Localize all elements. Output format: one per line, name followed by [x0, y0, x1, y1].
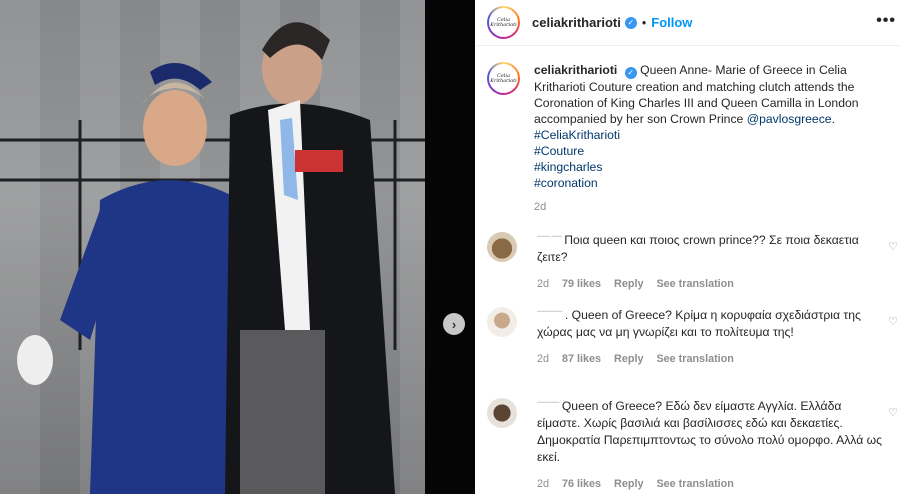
- follow-button[interactable]: Follow: [651, 15, 692, 30]
- like-comment-icon[interactable]: ♡: [888, 315, 898, 328]
- author-avatar[interactable]: Celia Kritharioti: [487, 6, 520, 39]
- caption-text-end: .: [831, 112, 835, 126]
- caption-body: celiakritharioti ✓ Queen Anne- Marie of …: [534, 62, 892, 215]
- post-side-panel: Celia Kritharioti celiakritharioti ✓ • F…: [475, 0, 900, 494]
- author-username[interactable]: celiakritharioti: [532, 15, 621, 30]
- verified-badge-icon: ✓: [624, 16, 637, 29]
- comment-likes[interactable]: 76 likes: [562, 478, 601, 490]
- separator-dot: •: [641, 15, 647, 30]
- comment-likes[interactable]: 79 likes: [562, 278, 601, 290]
- reply-button[interactable]: Reply: [614, 478, 643, 490]
- commenter-avatar[interactable]: [487, 307, 517, 337]
- comment-item: ˜˜˜˜ ˜˜˜ Ποια queen και ποιος crown prin…: [487, 232, 900, 293]
- comment-body: ˜˜˜˜ ˜˜˜ Ποια queen και ποιος crown prin…: [537, 232, 887, 293]
- more-options-icon[interactable]: •••: [876, 12, 896, 30]
- caption-avatar-logo: Celia Kritharioti: [489, 64, 518, 93]
- avatar-logo: Celia Kritharioti: [489, 8, 518, 37]
- like-comment-icon[interactable]: ♡: [888, 240, 898, 253]
- reply-button[interactable]: Reply: [614, 353, 643, 365]
- comment-text: . Queen of Greece? Κρίμα η κορυφαία σχεδ…: [537, 308, 861, 339]
- like-comment-icon[interactable]: ♡: [888, 406, 898, 419]
- comment-time[interactable]: 2d: [537, 353, 549, 365]
- comment-text: Ποια queen και ποιος crown prince?? Σε π…: [537, 233, 859, 264]
- see-translation-button[interactable]: See translation: [656, 278, 733, 290]
- comment-text: Queen of Greece? Εδώ δεν είμαστε Αγγλία.…: [537, 399, 883, 464]
- comment-likes[interactable]: 87 likes: [562, 353, 601, 365]
- comment-body: ˜˜˜˜˜˜˜ Queen of Greece? Εδώ δεν είμαστε…: [537, 398, 887, 493]
- see-translation-button[interactable]: See translation: [656, 353, 733, 365]
- commenter-avatar[interactable]: [487, 398, 517, 428]
- commenter-avatar[interactable]: [487, 232, 517, 262]
- caption-verified-icon: ✓: [624, 67, 637, 79]
- comment-time[interactable]: 2d: [537, 278, 549, 290]
- comment-time[interactable]: 2d: [537, 478, 549, 490]
- comment-body: ˜˜˜˜˜˜˜˜ . Queen of Greece? Κρίμα η κορυ…: [537, 307, 887, 368]
- comment-username[interactable]: ˜˜˜˜˜˜˜˜: [537, 308, 562, 322]
- reply-button[interactable]: Reply: [614, 278, 643, 290]
- photo-people: [17, 22, 395, 494]
- caption-time[interactable]: 2d: [534, 199, 892, 215]
- see-translation-button[interactable]: See translation: [656, 478, 733, 490]
- hashtag[interactable]: #coronation: [534, 175, 892, 191]
- comment-username[interactable]: ˜˜˜˜ ˜˜˜: [537, 233, 562, 247]
- caption-avatar[interactable]: Celia Kritharioti: [487, 62, 520, 95]
- hashtag[interactable]: #Couture: [534, 143, 892, 159]
- next-photo-button[interactable]: ›: [443, 313, 465, 335]
- comment-meta: 2d 79 likes Reply See translation: [537, 276, 887, 293]
- hashtag[interactable]: #kingcharles: [534, 159, 892, 175]
- post-caption: Celia Kritharioti celiakritharioti ✓ Que…: [487, 62, 892, 215]
- comment-meta: 2d 76 likes Reply See translation: [537, 476, 887, 493]
- hashtag[interactable]: #CeliaKritharioti: [534, 127, 892, 143]
- caption-mention[interactable]: @pavlosgreece: [747, 112, 832, 126]
- comment-item: ˜˜˜˜˜˜˜ Queen of Greece? Εδώ δεν είμαστε…: [487, 398, 900, 493]
- post-photo[interactable]: ›: [0, 0, 475, 494]
- photo-dark-edge: [425, 0, 475, 494]
- instagram-post-view: › Celia Kritharioti celiakritharioti ✓ •…: [0, 0, 900, 494]
- comment-username[interactable]: ˜˜˜˜˜˜˜: [537, 399, 559, 413]
- post-header: Celia Kritharioti celiakritharioti ✓ • F…: [475, 0, 900, 46]
- caption-username[interactable]: celiakritharioti: [534, 63, 617, 77]
- comment-meta: 2d 87 likes Reply See translation: [537, 351, 887, 368]
- comment-item: ˜˜˜˜˜˜˜˜ . Queen of Greece? Κρίμα η κορυ…: [487, 307, 900, 368]
